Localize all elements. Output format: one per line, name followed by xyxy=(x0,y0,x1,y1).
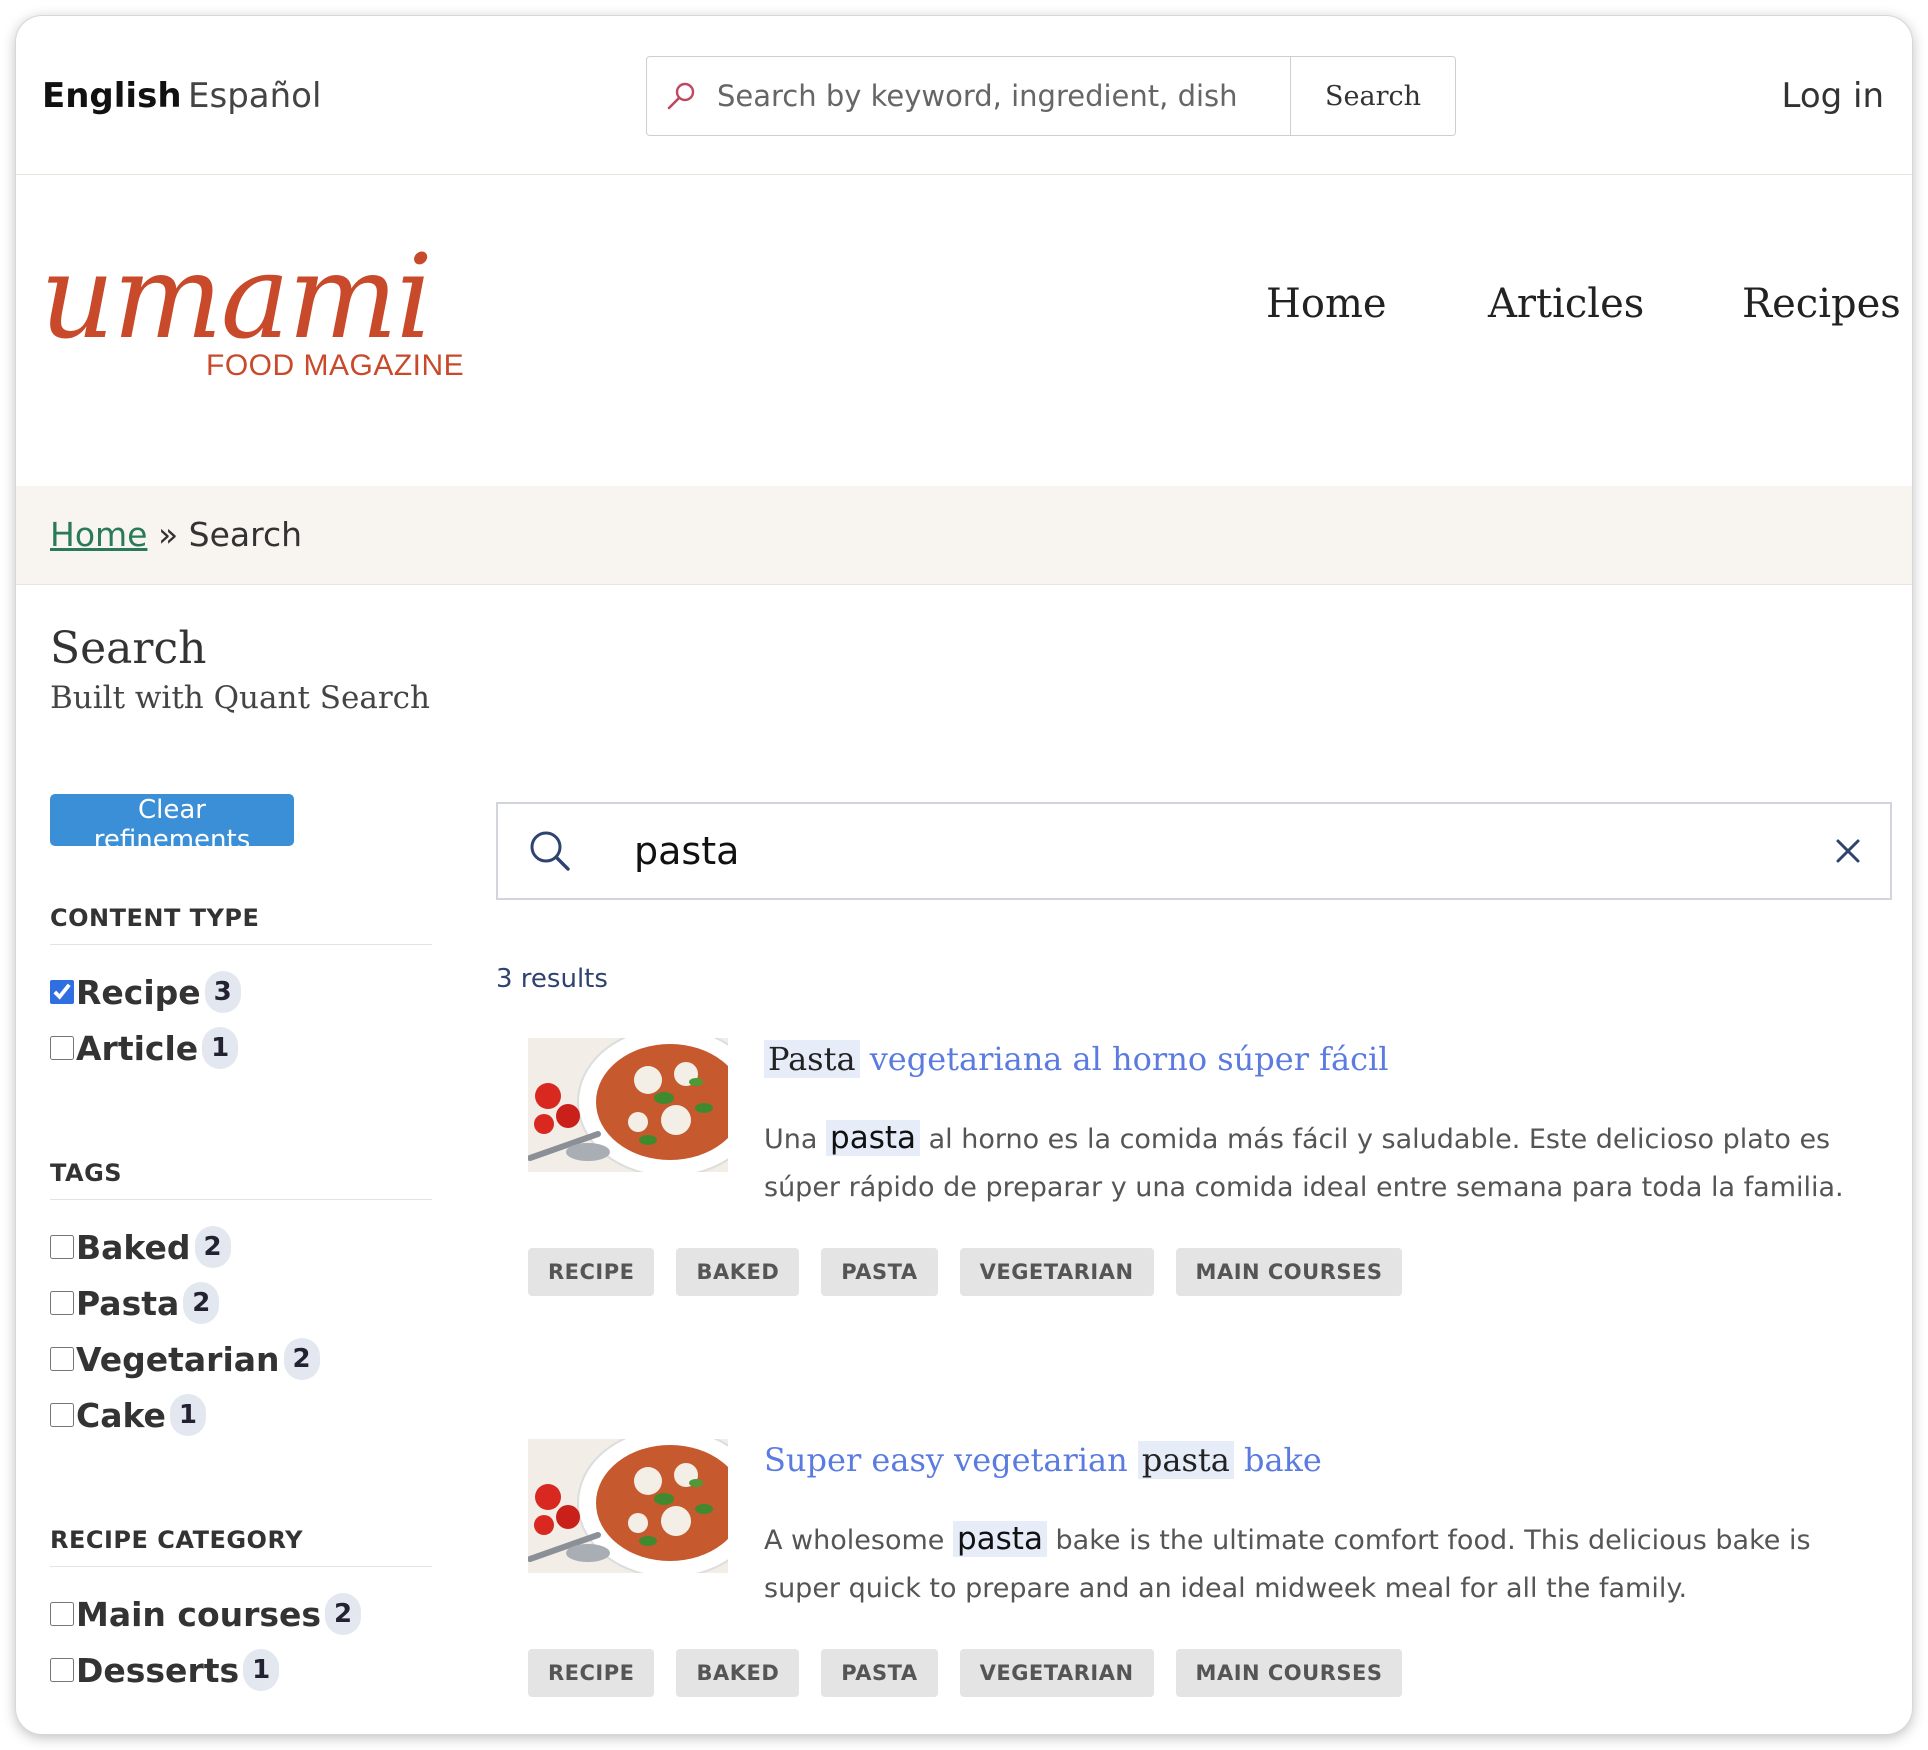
results-search-box xyxy=(496,802,1892,900)
tag-vegetarian[interactable]: VEGETARIAN xyxy=(959,1649,1154,1697)
tag-baked[interactable]: BAKED xyxy=(676,1248,800,1296)
nav-home[interactable]: Home xyxy=(1266,278,1387,330)
close-icon[interactable] xyxy=(1834,837,1862,865)
facet-checkbox-cake[interactable] xyxy=(50,1403,74,1427)
facet-label: Pasta xyxy=(76,1283,180,1323)
search-icon xyxy=(530,831,570,871)
facet-count: 2 xyxy=(325,1593,362,1635)
hit-description: Una pasta al horno es la comida más fáci… xyxy=(764,1114,1884,1212)
facet-count: 3 xyxy=(204,971,241,1013)
facet-label: Baked xyxy=(76,1227,191,1267)
hit-desc-highlight: pasta xyxy=(826,1120,920,1156)
facet-item-main-courses[interactable]: Main courses 2 xyxy=(50,1592,362,1636)
facet-count: 2 xyxy=(194,1226,231,1268)
tag-recipe[interactable]: RECIPE xyxy=(528,1649,655,1697)
facet-item-article[interactable]: Article 1 xyxy=(50,1026,239,1070)
tag-pasta[interactable]: PASTA xyxy=(821,1649,938,1697)
site-tagline: FOOD MAGAZINE xyxy=(206,349,465,382)
hit-thumbnail[interactable] xyxy=(528,1439,728,1573)
browser-frame: English Español Search Log in umami FOOD… xyxy=(16,16,1912,1734)
header-search-input[interactable] xyxy=(715,78,1279,114)
header-search-button[interactable]: Search xyxy=(1291,57,1455,135)
header-search-field[interactable] xyxy=(647,57,1291,135)
tag-recipe[interactable]: RECIPE xyxy=(528,1248,655,1296)
facet-checkbox-vegetarian[interactable] xyxy=(50,1347,74,1371)
hit-desc-text: A wholesome xyxy=(764,1525,953,1556)
hit-title-link[interactable]: Super easy vegetarian pasta bake xyxy=(764,1439,1322,1481)
hit-title-text: vegetariana al horno súper fácil xyxy=(859,1040,1389,1078)
facet-item-desserts[interactable]: Desserts 1 xyxy=(50,1648,280,1692)
site-logo[interactable]: umami xyxy=(40,240,433,356)
facet-item-baked[interactable]: Baked 2 xyxy=(50,1225,231,1269)
facet-checkbox-recipe[interactable] xyxy=(50,980,74,1004)
login-link[interactable]: Log in xyxy=(1781,74,1884,118)
results-search-input[interactable] xyxy=(632,828,1834,874)
facet-item-cake[interactable]: Cake 1 xyxy=(50,1393,206,1437)
nav-recipes[interactable]: Recipes xyxy=(1742,278,1901,330)
key-search-icon xyxy=(667,82,695,110)
hit-desc-highlight: pasta xyxy=(952,1521,1047,1557)
facet-count: 1 xyxy=(169,1394,206,1436)
hit-title-highlight: Pasta xyxy=(764,1040,860,1078)
facet-checkbox-pasta[interactable] xyxy=(50,1291,74,1315)
tag-baked[interactable]: BAKED xyxy=(676,1649,800,1697)
facet-count: 1 xyxy=(243,1649,280,1691)
facet-title-content-type: CONTENT TYPE xyxy=(50,904,432,945)
hit-title-link[interactable]: Pasta vegetariana al horno súper fácil xyxy=(764,1038,1388,1080)
facet-title-tags: TAGS xyxy=(50,1159,432,1200)
hit-desc-text: al horno es la comida más fácil y saluda… xyxy=(764,1124,1844,1203)
facet-label: Desserts xyxy=(76,1650,240,1690)
header-search-form: Search xyxy=(646,56,1456,136)
breadcrumb-separator: » xyxy=(157,515,179,554)
top-bar: English Español Search Log in xyxy=(16,16,1912,175)
tag-pasta[interactable]: PASTA xyxy=(821,1248,938,1296)
hit-title-text: Super easy vegetarian xyxy=(764,1441,1138,1479)
facet-count: 2 xyxy=(183,1282,220,1324)
hit-title-text: bake xyxy=(1233,1441,1322,1479)
facet-label: Article xyxy=(76,1028,199,1068)
results-count: 3 results xyxy=(496,964,608,994)
facet-label: Recipe xyxy=(76,972,201,1012)
page-subtitle: Built with Quant Search xyxy=(50,680,430,716)
pasta-dish-image xyxy=(528,1038,728,1172)
breadcrumb-home-link[interactable]: Home xyxy=(50,515,147,554)
nav-articles[interactable]: Articles xyxy=(1488,278,1644,330)
page-title: Search xyxy=(50,623,207,674)
hit-thumbnail[interactable] xyxy=(528,1038,728,1172)
breadcrumb-bar: Home » Search xyxy=(16,486,1912,585)
facet-count: 2 xyxy=(283,1338,320,1380)
facet-checkbox-desserts[interactable] xyxy=(50,1658,74,1682)
facet-label: Cake xyxy=(76,1395,166,1435)
language-english[interactable]: English xyxy=(42,74,182,118)
hit-tags: RECIPE BAKED PASTA VEGETARIAN MAIN COURS… xyxy=(528,1649,1424,1697)
facet-title-recipe-category: RECIPE CATEGORY xyxy=(50,1526,432,1567)
facet-item-recipe[interactable]: Recipe 3 xyxy=(50,970,241,1014)
hit-desc-text: Una xyxy=(764,1124,827,1155)
hit-tags: RECIPE BAKED PASTA VEGETARIAN MAIN COURS… xyxy=(528,1248,1424,1296)
facet-checkbox-main-courses[interactable] xyxy=(50,1602,74,1626)
hit-description: A wholesome pasta bake is the ultimate c… xyxy=(764,1515,1884,1613)
pasta-dish-image xyxy=(528,1439,728,1573)
facet-item-vegetarian[interactable]: Vegetarian 2 xyxy=(50,1337,320,1381)
facet-label: Main courses xyxy=(76,1594,322,1634)
facet-checkbox-article[interactable] xyxy=(50,1036,74,1060)
tag-main-courses[interactable]: MAIN COURSES xyxy=(1175,1248,1403,1296)
tag-vegetarian[interactable]: VEGETARIAN xyxy=(959,1248,1154,1296)
breadcrumb: Home » Search xyxy=(50,514,302,556)
facet-count: 1 xyxy=(202,1027,239,1069)
hit-title-highlight: pasta xyxy=(1137,1441,1234,1479)
breadcrumb-current: Search xyxy=(188,515,303,554)
tag-main-courses[interactable]: MAIN COURSES xyxy=(1175,1649,1403,1697)
language-spanish[interactable]: Español xyxy=(188,74,321,118)
clear-refinements-button[interactable]: Clear refinements xyxy=(50,794,294,855)
facet-checkbox-baked[interactable] xyxy=(50,1235,74,1259)
facet-item-pasta[interactable]: Pasta 2 xyxy=(50,1281,220,1325)
facet-label: Vegetarian xyxy=(76,1339,280,1379)
